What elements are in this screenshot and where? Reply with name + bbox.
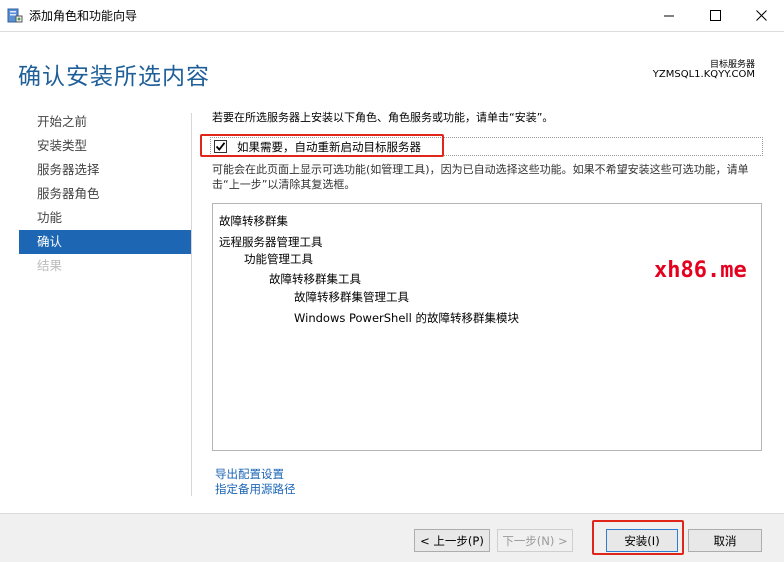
sidebar-item-confirmation[interactable]: 确认	[19, 230, 191, 254]
sidebar-divider	[191, 113, 192, 496]
checkmark-icon	[215, 142, 226, 151]
export-config-link[interactable]: 导出配置设置	[215, 466, 284, 482]
list-item: 远程服务器管理工具	[219, 235, 323, 249]
list-item: 故障转移群集管理工具	[294, 290, 409, 304]
close-button[interactable]	[738, 0, 784, 31]
optional-features-note: 可能会在此页面上显示可选功能(如管理工具)，因为已自动选择这些功能。如果不希望安…	[212, 163, 749, 191]
sidebar-item-results: 结果	[37, 258, 63, 273]
target-server-name: YZMSQL1.KQYY.COM	[652, 69, 755, 80]
page-title: 确认安装所选内容	[18, 64, 210, 90]
window-title: 添加角色和功能向导	[29, 9, 138, 23]
minimize-button[interactable]	[646, 0, 692, 31]
list-item: 故障转移群集工具	[269, 272, 361, 286]
server-manager-icon	[7, 8, 23, 23]
selected-features-list: 故障转移群集 远程服务器管理工具 功能管理工具 故障转移群集工具 故障转移群集管…	[212, 203, 762, 451]
list-item: 故障转移群集	[219, 214, 288, 228]
next-button: 下一步(N) >	[497, 529, 573, 552]
sidebar-item-server-roles[interactable]: 服务器角色	[19, 182, 191, 206]
list-item: Windows PowerShell 的故障转移群集模块	[294, 311, 519, 325]
list-item: 功能管理工具	[244, 252, 313, 266]
minimize-icon	[663, 15, 674, 17]
restart-checkbox[interactable]	[214, 140, 227, 153]
sidebar-item-installation-type[interactable]: 安装类型	[19, 134, 191, 158]
cancel-button[interactable]: 取消	[688, 529, 762, 552]
title-bar: 添加角色和功能向导	[0, 0, 784, 31]
sidebar-item-features[interactable]: 功能	[19, 206, 191, 230]
wizard-footer: < 上一步(P) 下一步(N) > 安装(I) 取消	[0, 513, 784, 562]
close-icon	[755, 10, 767, 21]
restart-checkbox-label: 如果需要，自动重新启动目标服务器	[237, 140, 421, 154]
wizard-steps-sidebar: 开始之前 安装类型 服务器选择 服务器角色 功能 确认 结果	[19, 110, 191, 278]
restart-checkbox-row[interactable]: 如果需要，自动重新启动目标服务器	[210, 137, 763, 156]
maximize-icon	[709, 10, 721, 21]
alternate-source-link[interactable]: 指定备用源路径	[215, 481, 296, 497]
sidebar-item-before-you-begin[interactable]: 开始之前	[19, 110, 191, 134]
watermark: xh86.me	[654, 258, 747, 283]
wizard-header: 确认安装所选内容 目标服务器 YZMSQL1.KQYY.COM	[0, 31, 784, 110]
maximize-button[interactable]	[692, 0, 738, 31]
previous-button[interactable]: < 上一步(P)	[414, 529, 490, 552]
intro-text: 若要在所选服务器上安装以下角色、角色服务或功能，请单击“安装”。	[212, 111, 554, 124]
sidebar-item-server-selection[interactable]: 服务器选择	[19, 158, 191, 182]
install-button[interactable]: 安装(I)	[606, 529, 678, 552]
